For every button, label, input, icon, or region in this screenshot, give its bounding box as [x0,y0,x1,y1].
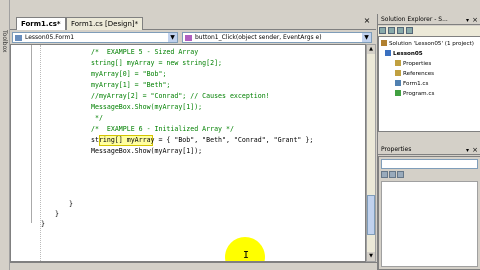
tree-item-label: Form1.cs [403,81,429,87]
right-tool-panel: Solution Explorer - S... ▾ × Solution 'L… [377,14,480,270]
tree-item-label: Lesson05 [393,51,423,57]
class-icon [15,35,22,41]
solution-icon [381,40,387,46]
code-line[interactable]: myArray[0] = "Bob"; [91,69,166,80]
solution-tree: Solution 'Lesson05' (1 project) Lesson05… [378,36,480,132]
code-navigation-bar: Lesson05.Form1 ▼ button1_Click(object se… [10,31,376,44]
chevron-down-icon[interactable]: ▼ [362,33,371,42]
pin-icon[interactable]: ▾ [466,15,469,26]
tree-item-label: References [403,71,435,77]
tab-form1-code[interactable]: Form1.cs* [16,17,66,30]
code-line[interactable]: } [55,209,59,220]
code-editor[interactable]: /* EXAMPLE 5 - Sized Array string[] myAr… [10,44,366,262]
property-pages-icon[interactable] [397,171,404,178]
properties-header: Properties ▾ × [378,144,480,155]
tab-form1-design[interactable]: Form1.cs [Design]* [66,17,144,30]
properties-toolbar [381,171,478,180]
solution-explorer-title: Solution Explorer - S... [381,16,448,23]
code-line[interactable]: /* EXAMPLE 6 - Initialized Array */ [91,124,234,135]
view-code-icon[interactable] [406,27,413,34]
folder-icon [395,70,401,76]
code-line[interactable]: string[] myArray = { "Bob", "Beth", "Con… [91,135,313,146]
tree-item-label: Properties [403,61,432,67]
scroll-up-icon[interactable]: ▲ [367,45,375,54]
member-selector-dropdown[interactable]: button1_Click(object sender, EventArgs e… [182,32,372,43]
chevron-down-icon[interactable]: ▼ [168,33,177,42]
properties-panel [378,156,480,270]
status-bar [10,262,377,270]
method-icon [185,35,192,41]
alphabetical-icon[interactable] [389,171,396,178]
tree-item-program[interactable]: Program.cs [395,89,434,99]
close-icon[interactable]: × [472,15,478,26]
member-selector-value: button1_Click(object sender, EventArgs e… [195,34,322,41]
tree-item-label: Program.cs [403,91,435,97]
tree-item-label: Solution 'Lesson05' (1 project) [389,41,474,47]
close-icon[interactable]: × [362,16,372,26]
editor-vertical-scrollbar[interactable]: ▲ ▼ [366,44,376,262]
solution-explorer-header: Solution Explorer - S... ▾ × [378,14,480,25]
tree-item-project[interactable]: Lesson05 [385,49,423,59]
object-selector-dropdown[interactable] [381,159,478,169]
categorized-icon[interactable] [381,171,388,178]
properties-title: Properties [381,146,412,153]
document-tab-bar: Form1.cs* Form1.cs [Design]* × [10,14,376,30]
text-cursor-icon: I [243,250,250,261]
folder-icon [395,60,401,66]
properties-icon[interactable] [379,27,386,34]
scroll-down-icon[interactable]: ▼ [367,252,375,261]
property-grid[interactable] [381,181,478,267]
code-line[interactable]: //myArray[2] = "Conrad"; // Causes excep… [91,91,270,102]
tree-item-references[interactable]: References [395,69,434,79]
toolbox-label[interactable]: Toolbox [1,30,8,53]
code-file-icon [395,90,401,96]
code-line[interactable]: } [69,199,73,210]
tree-item-solution[interactable]: Solution 'Lesson05' (1 project) [381,39,474,49]
close-icon[interactable]: × [472,145,478,156]
tree-item-properties[interactable]: Properties [395,59,431,69]
code-line[interactable]: */ [91,113,103,124]
class-selector-value: Lesson05.Form1 [25,34,75,41]
pin-icon[interactable]: ▾ [466,145,469,156]
outline-line [31,45,32,223]
form-icon [395,80,401,86]
code-line[interactable]: /* EXAMPLE 5 - Sized Array [91,47,198,58]
code-line[interactable]: string[] myArray = new string[2]; [91,58,222,69]
toolbox-strip[interactable]: Toolbox [0,0,10,270]
solution-explorer-toolbar [378,26,480,36]
scrollbar-thumb[interactable] [367,195,375,235]
class-selector-dropdown[interactable]: Lesson05.Form1 ▼ [12,32,178,43]
refresh-icon[interactable] [397,27,404,34]
tree-item-form1[interactable]: Form1.cs [395,79,428,89]
project-icon [385,50,391,56]
show-all-files-icon[interactable] [388,27,395,34]
editor-gutter [11,45,41,261]
code-line[interactable]: MessageBox.Show(myArray[1]); [91,102,202,113]
code-line[interactable]: MessageBox.Show(myArray[1]); [91,146,202,157]
code-line[interactable]: } [41,219,45,230]
code-line[interactable]: myArray[1] = "Beth"; [91,80,170,91]
